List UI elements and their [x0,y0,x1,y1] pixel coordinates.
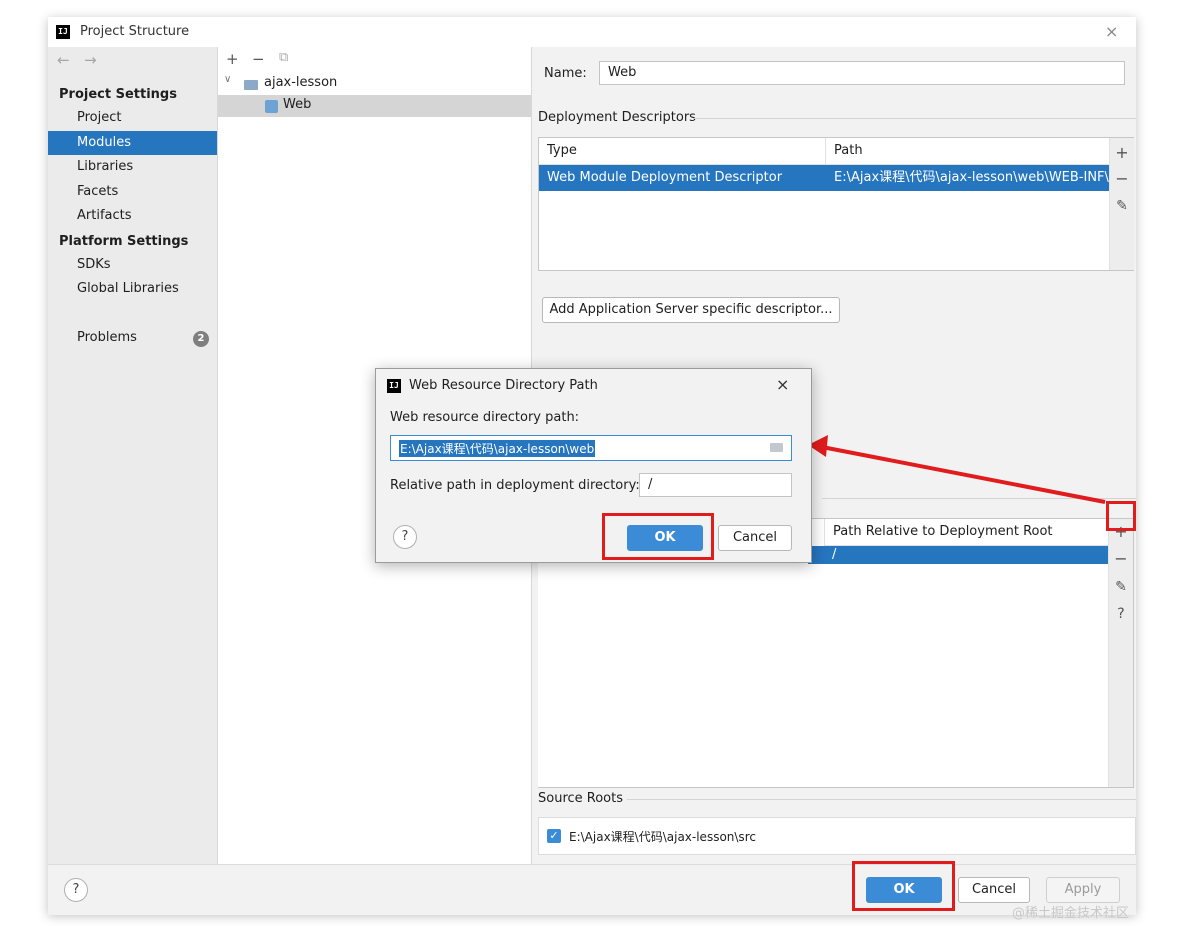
remove-web-resource-icon[interactable]: − [1109,548,1133,570]
group-divider [627,799,1136,800]
source-root-path: E:\Ajax课程\代码\ajax-lesson\src [569,830,756,844]
source-roots-list: ✓ E:\Ajax课程\代码\ajax-lesson\src [538,817,1136,855]
column-header-path-relative[interactable]: Path Relative to Deployment Root [825,519,1108,545]
name-field[interactable]: Web [599,61,1125,85]
remove-icon[interactable]: − [252,50,265,68]
name-label: Name: [544,66,587,81]
tree-item-web[interactable]: Web [283,97,311,112]
dialog-help-button[interactable]: ? [393,525,417,549]
annotation-box-ok [852,861,955,911]
dialog-title: Web Resource Directory Path [409,378,598,393]
deployment-descriptors-title: Deployment Descriptors [538,110,696,125]
web-resource-tools: + − ✎ ? [1108,519,1133,787]
path-field-value: E:\Ajax课程\代码\ajax-lesson\web [399,440,596,457]
sidebar-item-artifacts[interactable]: Artifacts [48,204,217,228]
column-header-type[interactable]: Type [539,138,825,164]
group-divider [694,118,1136,119]
add-descriptor-icon[interactable]: + [1110,142,1134,164]
module-folder-icon [244,80,258,90]
chevron-down-icon[interactable]: ∨ [224,74,231,85]
forward-arrow-icon[interactable]: → [84,51,97,69]
table-header: Path Relative to Deployment Root [824,519,1108,546]
dialog-close-icon[interactable]: × [776,375,789,394]
intellij-logo-icon: IJ [56,25,70,39]
intellij-logo-icon: IJ [387,379,401,393]
path-field[interactable]: E:\Ajax课程\代码\ajax-lesson\web [390,435,792,461]
relative-path-field[interactable]: / [639,473,792,497]
dialog-cancel-button[interactable]: Cancel [718,525,792,551]
path-label: Web resource directory path: [390,410,580,425]
column-header-path[interactable]: Path [826,138,1109,164]
sidebar-item-problems[interactable]: Problems [48,326,217,350]
help-button[interactable]: ? [64,878,88,902]
sidebar: ← → Project Settings Project Modules Lib… [48,47,218,864]
remove-descriptor-icon[interactable]: − [1110,168,1134,190]
sidebar-item-libraries[interactable]: Libraries [48,155,217,179]
table-header: Type Path [539,138,1109,165]
web-facet-icon [265,100,278,113]
project-settings-header: Project Settings [59,87,177,102]
platform-settings-header: Platform Settings [59,234,189,249]
descriptor-path-cell: E:\Ajax课程\代码\ajax-lesson\web\WEB-INF\w [834,170,1109,185]
tree-item-ajax-lesson[interactable]: ajax-lesson [264,75,337,90]
descriptor-tools: + − ✎ [1109,138,1134,270]
edit-descriptor-icon[interactable]: ✎ [1110,195,1134,217]
footer-bar: ? OK Cancel Apply [48,864,1136,915]
back-arrow-icon[interactable]: ← [57,51,70,69]
title-bar: IJ Project Structure × [48,17,1136,47]
window-title: Project Structure [80,24,190,39]
help-icon[interactable]: ? [1109,603,1133,625]
apply-button[interactable]: Apply [1046,877,1120,903]
source-roots-title: Source Roots [538,791,624,806]
problems-label: Problems [77,330,137,345]
annotation-box-dialog-ok [602,513,714,560]
sidebar-item-project[interactable]: Project [48,106,217,130]
deployment-descriptors-table: Type Path Web Module Deployment Descript… [538,137,1134,271]
annotation-arrow [808,435,1106,504]
sidebar-item-global-libraries[interactable]: Global Libraries [48,277,217,301]
close-icon[interactable]: × [1105,22,1118,41]
cancel-button[interactable]: Cancel [958,877,1030,903]
table-row[interactable]: Web Module Deployment Descriptor E:\Ajax… [539,165,1109,191]
relative-path-label: Relative path in deployment directory: [390,478,640,493]
table-row[interactable]: / [808,546,1108,564]
problems-count-badge: 2 [193,331,209,347]
sidebar-item-modules[interactable]: Modules [48,131,217,155]
edit-web-resource-icon[interactable]: ✎ [1109,576,1133,598]
checkbox-checked-icon[interactable]: ✓ [547,829,561,843]
copy-icon[interactable]: ⧉ [279,50,288,65]
sidebar-item-facets[interactable]: Facets [48,180,217,204]
descriptor-type-cell: Web Module Deployment Descriptor [547,170,783,185]
annotation-box-add [1106,501,1136,531]
add-server-descriptor-button[interactable]: Add Application Server specific descript… [542,297,840,323]
relative-path-cell: / [832,547,837,562]
web-resource-directory-dialog: IJ Web Resource Directory Path × Web res… [375,368,812,563]
watermark: @稀土掘金技术社区 [1012,906,1130,921]
folder-browse-icon[interactable] [770,443,783,452]
sidebar-item-sdks[interactable]: SDKs [48,253,217,277]
add-icon[interactable]: + [226,50,239,68]
